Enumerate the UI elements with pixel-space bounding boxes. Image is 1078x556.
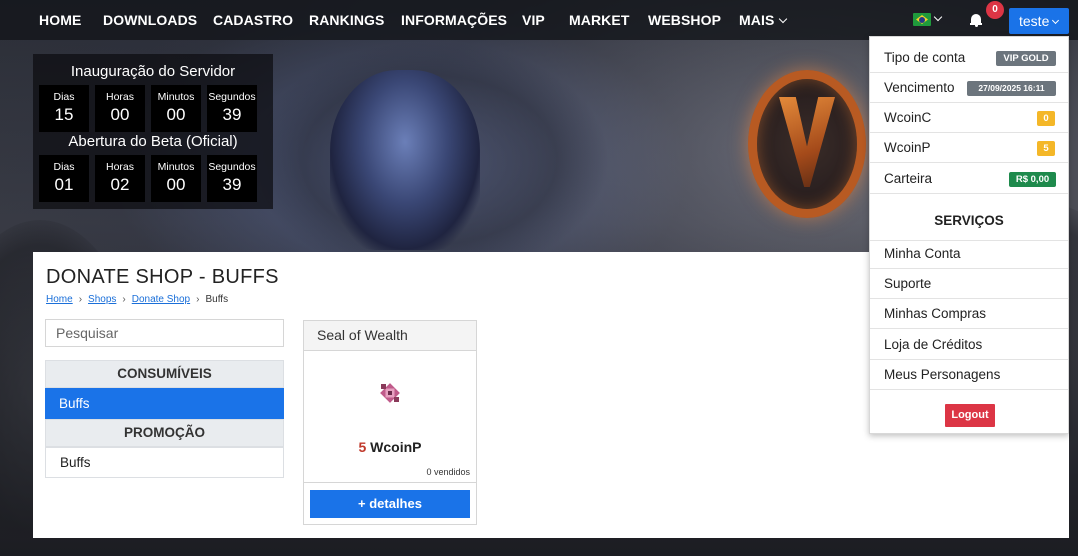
- nav-vip[interactable]: VIP: [522, 12, 545, 28]
- breadcrumb-current: Buffs: [205, 294, 229, 305]
- menu-suporte[interactable]: Suporte: [870, 269, 1068, 299]
- product-name: Seal of Wealth: [304, 321, 476, 351]
- price-amount: 5: [358, 439, 367, 455]
- wcoinc-row: WcoinC 0: [870, 103, 1068, 133]
- wcoinp-badge: 5: [1037, 141, 1055, 156]
- wcoinp-row: WcoinP 5: [870, 133, 1068, 163]
- countdown-server-seconds: Segundos 39: [207, 85, 257, 132]
- wallet-label: Carteira: [884, 171, 933, 186]
- chevron-down-icon: [779, 14, 788, 24]
- expiry-date-badge: 27/09/2025 16:11: [967, 81, 1056, 96]
- user-name: teste: [1019, 13, 1050, 29]
- countdown-server-hours: Horas 00: [95, 85, 145, 132]
- wcoinc-badge: 0: [1037, 111, 1055, 126]
- countdown-panel: Inauguração do Servidor Dias 15 Horas 00 M…: [33, 54, 273, 209]
- page-title: DONATE SHOP - BUFFS: [46, 266, 279, 288]
- chevron-down-icon: [1052, 16, 1060, 25]
- menu-minhas-compras[interactable]: Minhas Compras: [870, 299, 1068, 329]
- wcoinp-label: WcoinP: [884, 140, 931, 155]
- account-type-row: Tipo de conta VIP GOLD: [870, 43, 1068, 73]
- breadcrumb-donate-shop[interactable]: Donate Shop: [132, 294, 190, 305]
- category-heading-consumiveis: CONSUMÍVEIS: [45, 360, 284, 388]
- menu-minha-conta[interactable]: Minha Conta: [870, 239, 1068, 269]
- services-heading: SERVIÇOS: [870, 201, 1068, 241]
- countdown-beta-title: Abertura do Beta (Oficial): [68, 133, 238, 150]
- breadcrumb-shops[interactable]: Shops: [88, 294, 116, 305]
- chevron-down-icon[interactable]: [933, 12, 943, 22]
- seal-item-icon[interactable]: [380, 383, 400, 403]
- nav-informacoes[interactable]: INFORMAÇÕES: [401, 12, 507, 28]
- account-type-label: Tipo de conta: [884, 50, 966, 65]
- countdown-server-title: Inauguração do Servidor: [70, 63, 236, 80]
- expiry-row: Vencimento 27/09/2025 16:11: [870, 73, 1068, 103]
- nav-mais[interactable]: MAIS: [739, 12, 788, 28]
- details-button[interactable]: + detalhes: [310, 490, 470, 518]
- brazil-flag-icon[interactable]: [913, 13, 931, 26]
- user-menu-button[interactable]: teste: [1009, 8, 1069, 34]
- search-input[interactable]: [45, 319, 284, 347]
- logout-button[interactable]: Logout: [945, 404, 995, 427]
- top-navbar: HOME DOWNLOADS CADASTRO RANKINGS INFORMA…: [0, 0, 1078, 40]
- countdown-server-days: Dias 15: [39, 85, 89, 132]
- server-logo-emblem: [779, 97, 835, 187]
- bell-icon[interactable]: [970, 14, 982, 27]
- breadcrumb: Home › Shops › Donate Shop › Buffs: [46, 294, 228, 305]
- chevron-right-icon: ›: [196, 294, 200, 305]
- price-currency: WcoinP: [370, 439, 422, 455]
- server-logo: [748, 70, 866, 218]
- nav-home[interactable]: HOME: [39, 12, 81, 28]
- nav-mais-label: MAIS: [739, 12, 775, 28]
- banner-knight-art: [330, 70, 480, 250]
- countdown-beta-seconds: Segundos 39: [207, 155, 257, 202]
- chevron-right-icon: ›: [122, 294, 126, 305]
- category-heading-promocao: PROMOÇÃO: [45, 419, 284, 447]
- countdown-beta-minutes: Minutos 00: [151, 155, 201, 202]
- sold-count: 0 vendidos: [426, 467, 470, 477]
- nav-market[interactable]: MARKET: [569, 12, 629, 28]
- divider: [304, 482, 476, 483]
- nav-downloads[interactable]: DOWNLOADS: [103, 12, 197, 28]
- chevron-right-icon: ›: [78, 294, 83, 305]
- breadcrumb-home[interactable]: Home: [46, 294, 73, 305]
- menu-loja-creditos[interactable]: Loja de Créditos: [870, 330, 1068, 360]
- nav-webshop[interactable]: WEBSHOP: [648, 12, 721, 28]
- product-card: Seal of Wealth 5 WcoinP 0 vendidos + det…: [303, 320, 477, 525]
- category-item-buffs-active[interactable]: Buffs: [45, 388, 284, 419]
- category-item-buffs[interactable]: Buffs: [45, 447, 284, 478]
- product-price: 5 WcoinP: [304, 439, 476, 455]
- nav-cadastro[interactable]: CADASTRO: [213, 12, 293, 28]
- menu-meus-personagens[interactable]: Meus Personagens: [870, 360, 1068, 390]
- expiry-label: Vencimento: [884, 80, 955, 95]
- wallet-row: Carteira R$ 0,00: [870, 164, 1068, 194]
- vip-gold-badge: VIP GOLD: [996, 51, 1056, 66]
- wcoinc-label: WcoinC: [884, 110, 932, 125]
- notification-count-badge: 0: [986, 1, 1004, 19]
- account-dropdown: Tipo de conta VIP GOLD Vencimento 27/09/…: [869, 36, 1069, 434]
- countdown-beta-hours: Horas 02: [95, 155, 145, 202]
- nav-rankings[interactable]: RANKINGS: [309, 12, 384, 28]
- wallet-balance-badge: R$ 0,00: [1009, 172, 1056, 187]
- countdown-beta-days: Dias 01: [39, 155, 89, 202]
- countdown-server-minutes: Minutos 00: [151, 85, 201, 132]
